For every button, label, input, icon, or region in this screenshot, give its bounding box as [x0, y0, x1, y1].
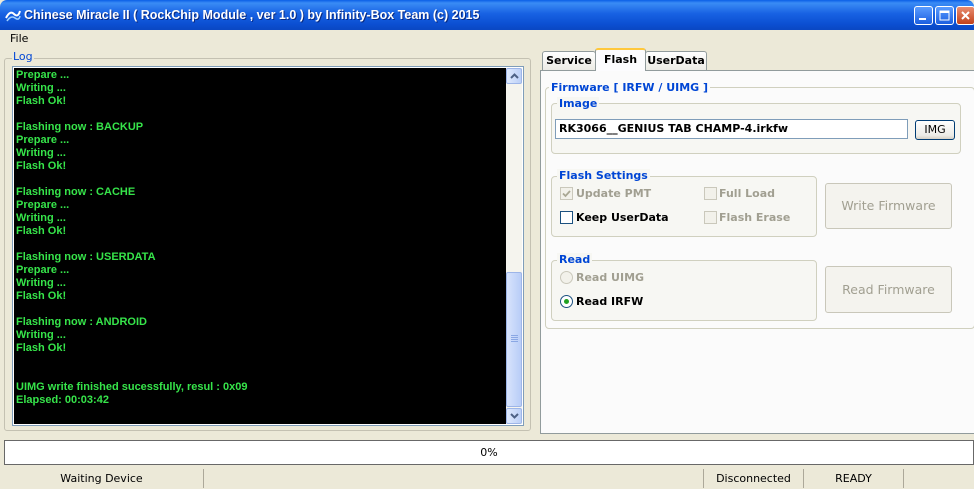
- read-irfw-label: Read IRFW: [576, 295, 644, 308]
- progress-text: 0%: [480, 446, 498, 459]
- menu-file[interactable]: File: [10, 32, 28, 45]
- log-scrollbar[interactable]: [506, 68, 522, 424]
- log-line: [16, 303, 247, 316]
- title-bar[interactable]: Chinese Miracle II ( RockChip Module , v…: [0, 0, 974, 30]
- read-uimg-radio[interactable]: [560, 271, 573, 284]
- log-line: [16, 108, 247, 121]
- log-line: Flash Ok!: [16, 342, 67, 354]
- radio-selected-dot: [564, 299, 569, 304]
- chevron-down-icon: [510, 413, 519, 419]
- minimize-icon: [919, 18, 926, 20]
- maximize-icon: [939, 10, 950, 21]
- log-line: Writing ...: [16, 147, 66, 159]
- image-legend: Image: [557, 97, 600, 110]
- img-button[interactable]: IMG: [915, 120, 955, 140]
- window-title: Chinese Miracle II ( RockChip Module , v…: [24, 8, 480, 22]
- status-blank: [204, 469, 704, 488]
- tab-flash[interactable]: Flash: [595, 48, 646, 71]
- log-line: Flash Ok!: [16, 225, 67, 237]
- chevron-up-icon: [510, 73, 519, 79]
- log-line: Flashing now : USERDATA: [16, 251, 156, 263]
- log-line: Prepare ...: [16, 264, 70, 276]
- log-line: Flash Ok!: [16, 95, 67, 107]
- log-line: Flashing now : CACHE: [16, 186, 136, 198]
- status-device: Waiting Device: [0, 469, 204, 488]
- scroll-thumb[interactable]: [506, 272, 522, 407]
- log-line: Flashing now : BACKUP: [16, 121, 144, 133]
- log-line: Writing ...: [16, 212, 66, 224]
- write-firmware-button[interactable]: Write Firmware: [825, 183, 952, 229]
- log-line: Writing ...: [16, 329, 66, 341]
- log-textbox[interactable]: Prepare ... Writing ... Flash Ok! Flashing …: [12, 66, 524, 426]
- read-legend: Read: [557, 253, 593, 266]
- full-load-checkbox[interactable]: [704, 187, 717, 200]
- status-bar: Waiting Device Disconnected READY: [0, 468, 974, 489]
- flash-erase-checkbox[interactable]: [704, 211, 717, 224]
- app-logo-icon: [5, 7, 21, 23]
- maximize-button[interactable]: [935, 6, 954, 25]
- log-line: Flashing now : ANDROID: [16, 316, 147, 328]
- keep-userdata-label: Keep UserData: [576, 211, 669, 224]
- checkmark-icon: [562, 190, 571, 198]
- log-line: Flash Ok!: [16, 160, 67, 172]
- read-uimg-label: Read UIMG: [576, 271, 645, 284]
- flash-settings-legend: Flash Settings: [557, 169, 650, 182]
- full-load-label: Full Load: [719, 187, 776, 200]
- status-state: READY: [804, 469, 904, 488]
- flash-erase-label: Flash Erase: [719, 211, 791, 224]
- firmware-legend: Firmware [ IRFW / UIMG ]: [549, 81, 711, 94]
- log-line: [16, 173, 247, 186]
- tab-service[interactable]: Service: [542, 51, 596, 70]
- close-button[interactable]: [956, 6, 974, 25]
- keep-userdata-checkbox[interactable]: [560, 211, 573, 224]
- log-line: Flash Ok!: [16, 290, 67, 302]
- read-group: [551, 260, 817, 321]
- tab-userdata[interactable]: UserData: [645, 51, 707, 70]
- update-pmt-label: Update PMT: [576, 187, 652, 200]
- log-line: Prepare ...: [16, 134, 70, 146]
- log-line: [16, 238, 247, 251]
- close-icon: [961, 11, 970, 20]
- log-label: Log: [12, 50, 34, 63]
- log-line: UIMG write finished sucessfully, resul :…: [16, 381, 248, 393]
- log-line: Elapsed: 00:03:42: [16, 394, 109, 406]
- log-line: Writing ...: [16, 277, 66, 289]
- log-output[interactable]: Prepare ... Writing ... Flash Ok! Flashing …: [14, 68, 507, 424]
- update-pmt-checkbox[interactable]: [560, 187, 573, 200]
- minimize-button[interactable]: [914, 6, 933, 25]
- log-line: [16, 355, 247, 368]
- log-line: Prepare ...: [16, 199, 70, 211]
- scroll-down-button[interactable]: [506, 408, 522, 424]
- read-irfw-radio[interactable]: [560, 295, 573, 308]
- menu-bar: File: [0, 30, 974, 48]
- flash-settings-group: [551, 176, 817, 237]
- log-line: Writing ...: [16, 82, 66, 94]
- status-connection: Disconnected: [704, 469, 804, 488]
- log-lines: Prepare ... Writing ... Flash Ok! Flashing …: [16, 69, 247, 407]
- progress-bar: 0%: [4, 440, 974, 465]
- log-line: [16, 368, 247, 381]
- scroll-up-button[interactable]: [506, 68, 522, 84]
- image-path-field[interactable]: RK3066__GENIUS TAB CHAMP-4.irkfw: [555, 119, 908, 139]
- read-firmware-button[interactable]: Read Firmware: [825, 266, 952, 313]
- log-line: Prepare ...: [16, 69, 70, 81]
- status-extra: [904, 469, 974, 488]
